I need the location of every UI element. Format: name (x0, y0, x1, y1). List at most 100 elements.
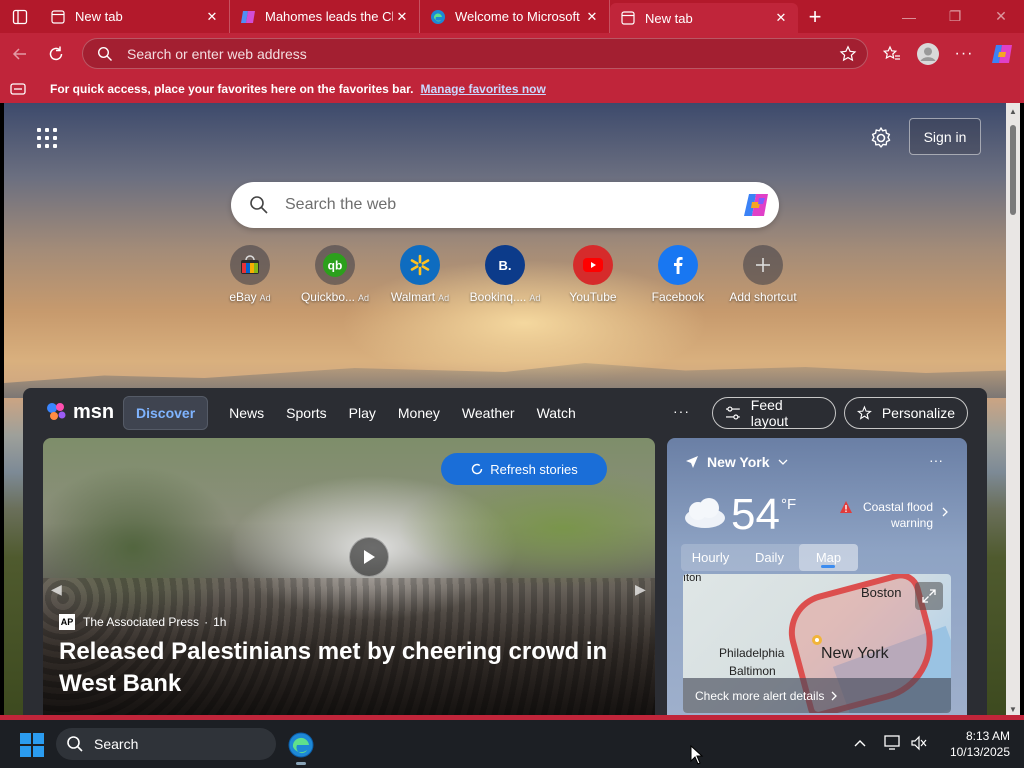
tab-close-icon[interactable]: ✕ (583, 8, 601, 26)
tab-actions-button[interactable] (0, 0, 40, 33)
tab-mahomes[interactable]: Mahomes leads the Chie ✕ (230, 0, 420, 33)
shortcut-booking[interactable]: B. Bookinq.... Ad (463, 245, 547, 304)
tab-map[interactable]: Map (799, 544, 858, 571)
add-shortcut-button[interactable]: Add shortcut (721, 245, 805, 304)
refresh-stories-button[interactable]: Refresh stories (441, 453, 607, 485)
shortcut-label: eBay (229, 290, 257, 304)
next-arrow-icon[interactable]: ▶ (635, 581, 646, 598)
back-icon[interactable] (2, 36, 38, 72)
nav-discover[interactable]: Discover (123, 396, 209, 430)
manage-favorites-link[interactable]: Manage favorites now (420, 82, 545, 96)
scrollbar-thumb[interactable] (1010, 125, 1016, 215)
map-label-baltimore: Baltimon (729, 664, 776, 678)
system-clock[interactable]: 8:13 AM 10/13/2025 (940, 728, 1010, 760)
minimize-icon[interactable]: — (886, 0, 932, 33)
story-headline[interactable]: Released Palestinians met by cheering cr… (59, 636, 649, 700)
facebook-icon (658, 245, 698, 285)
weather-location-label: New York (707, 454, 770, 470)
expand-icon[interactable] (915, 582, 943, 610)
weather-location[interactable]: New York (685, 454, 788, 470)
tab-welcome-edge[interactable]: Welcome to Microsoft E ✕ (420, 0, 610, 33)
page-scrollbar[interactable]: ▲ ▼ (1006, 103, 1020, 718)
windows-start-icon[interactable] (20, 733, 44, 757)
profile-avatar-icon[interactable] (910, 36, 946, 72)
tab-new-tab-active[interactable]: New tab ✕ (610, 3, 798, 33)
tab-close-icon[interactable]: ✕ (772, 9, 790, 27)
feed-layout-button[interactable]: Feed layout (712, 397, 836, 429)
clock-time: 8:13 AM (965, 729, 1010, 743)
nav-money[interactable]: Money (387, 396, 451, 430)
refresh-icon[interactable] (38, 36, 74, 72)
network-icon[interactable] (884, 735, 902, 756)
shortcut-facebook[interactable]: Facebook (636, 245, 720, 304)
ap-logo: AP (59, 614, 75, 630)
weather-map[interactable]: ıton Boston Philadelphia Baltimon New Yo… (683, 574, 951, 713)
copilot-favicon (240, 9, 256, 25)
hero-story[interactable]: Refresh stories ◀ ▶ AP The Associated Pr… (43, 438, 655, 718)
edge-taskbar-icon[interactable] (287, 731, 315, 759)
scroll-up-icon[interactable]: ▲ (1009, 107, 1017, 116)
msn-feed: msn Discover News Sports Play Money Weat… (23, 388, 987, 718)
cloudy-icon (685, 498, 725, 528)
play-icon[interactable] (349, 537, 389, 577)
new-tab-icon (50, 9, 66, 25)
feed-more-icon[interactable]: ··· (673, 403, 690, 419)
tab-close-icon[interactable]: ✕ (203, 8, 221, 26)
shortcut-quickbooks[interactable]: qb Quickbo... Ad (293, 245, 377, 304)
copilot-icon[interactable] (984, 36, 1020, 72)
tab-new-tab-1[interactable]: New tab ✕ (40, 0, 230, 33)
nav-news[interactable]: News (218, 396, 275, 430)
temperature-unit: °F (781, 496, 797, 513)
feed-layout-label: Feed layout (750, 397, 789, 429)
gear-icon[interactable] (868, 125, 894, 151)
shortcut-youtube[interactable]: YouTube (551, 245, 635, 304)
alert-details-label: Check more alert details (695, 688, 825, 703)
favorite-star-icon[interactable] (839, 45, 857, 63)
weather-alert-text: Coastal flood warning (862, 500, 933, 530)
scroll-down-icon[interactable]: ▼ (1009, 705, 1017, 714)
ad-badge: Ad (259, 293, 271, 303)
tab-daily[interactable]: Daily (740, 544, 799, 571)
web-search-box[interactable]: Search the web (231, 182, 779, 228)
volume-muted-icon[interactable] (910, 735, 928, 756)
shortcut-walmart[interactable]: Walmart Ad (378, 245, 462, 304)
sign-in-button[interactable]: Sign in (909, 118, 981, 155)
previous-arrow-icon[interactable]: ◀ (51, 581, 62, 598)
mouse-cursor-icon (690, 745, 704, 765)
search-icon (67, 736, 83, 752)
taskbar-search-label: Search (94, 736, 139, 752)
personalize-button[interactable]: Personalize (844, 397, 968, 429)
favorites-bar-message: For quick access, place your favorites h… (50, 82, 414, 96)
shortcut-label: Add shortcut (729, 290, 797, 304)
nav-sports[interactable]: Sports (275, 396, 337, 430)
copilot-icon[interactable] (741, 190, 771, 220)
favorites-icon[interactable] (874, 36, 910, 72)
sliders-icon (725, 406, 740, 420)
chevron-down-icon (778, 459, 787, 465)
new-tab-plus-icon[interactable]: + (798, 0, 832, 33)
taskbar-search[interactable]: Search (56, 728, 276, 760)
tab-actions-icon (12, 9, 28, 24)
chevron-up-icon[interactable] (854, 736, 866, 750)
chevron-right-icon (831, 691, 838, 700)
app-launcher-icon[interactable] (34, 125, 60, 151)
weather-more-icon[interactable]: ··· (929, 452, 943, 468)
restore-icon[interactable]: ❐ (932, 0, 978, 33)
weather-alert[interactable]: Coastal flood warning (839, 499, 949, 531)
tab-close-icon[interactable]: ✕ (393, 8, 411, 26)
nav-watch[interactable]: Watch (526, 396, 587, 430)
shortcut-ebay[interactable]: eBay Ad (208, 245, 292, 304)
more-menu-icon[interactable]: ··· (946, 36, 982, 72)
address-bar[interactable]: Search or enter web address (82, 38, 868, 69)
shortcut-label: Bookinq.... (469, 290, 527, 304)
tab-label: Welcome to Microsoft E (455, 9, 583, 24)
nav-weather[interactable]: Weather (451, 396, 526, 430)
close-window-icon[interactable]: ✕ (978, 0, 1024, 33)
tab-hourly[interactable]: Hourly (681, 544, 740, 571)
ad-badge: Ad (529, 293, 541, 303)
msn-logo[interactable]: msn (45, 400, 114, 424)
nav-play[interactable]: Play (338, 396, 387, 430)
temperature: 54 (731, 490, 780, 539)
story-age: 1h (213, 615, 227, 629)
alert-details-link[interactable]: Check more alert details (683, 678, 951, 713)
